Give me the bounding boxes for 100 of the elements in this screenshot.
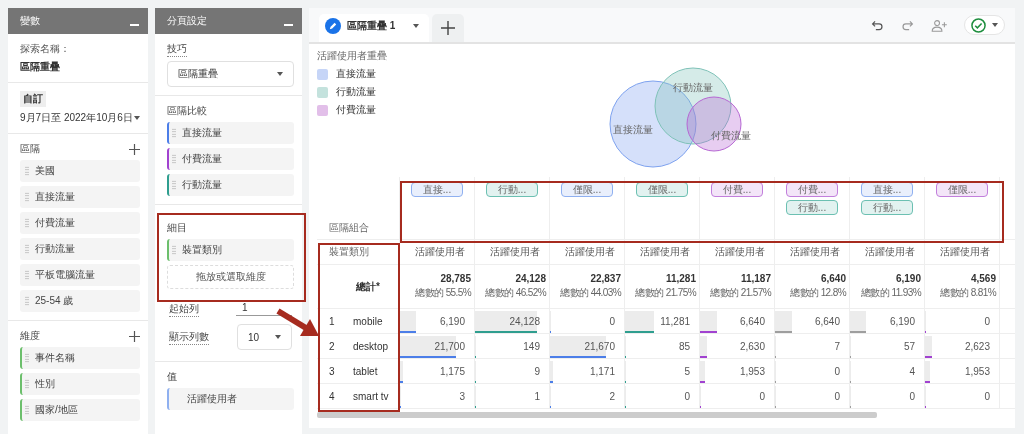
panel-title: 變數 xyxy=(20,14,40,28)
total-value: 28,785 xyxy=(440,273,471,284)
status-button[interactable] xyxy=(964,15,1005,35)
segment-item[interactable]: 付費流量 xyxy=(20,212,140,234)
table-cell: 1 xyxy=(534,390,540,402)
segment-chip[interactable]: 行動... xyxy=(861,200,913,215)
segment-chip[interactable]: 付費... xyxy=(711,182,763,197)
table-cell: 6,640 xyxy=(739,315,765,327)
plus-icon xyxy=(441,21,455,35)
share-icon[interactable] xyxy=(931,18,948,32)
segment-item[interactable]: 行動流量 xyxy=(167,174,294,196)
drag-handle-icon[interactable] xyxy=(172,128,176,138)
exploration-label: 探索名稱： xyxy=(20,42,70,56)
dimension-item[interactable]: 國家/地區 xyxy=(20,399,140,421)
total-share: 總數的 11.93% xyxy=(861,286,921,300)
table-cell: 2,623 xyxy=(964,340,990,352)
dimension-item[interactable]: 事件名稱 xyxy=(20,347,140,369)
section-title: 細目 xyxy=(167,221,187,235)
dimension-item[interactable]: 性別 xyxy=(20,373,140,395)
venn-label: 行動流量 xyxy=(673,82,713,93)
column-header: 活躍使用者 xyxy=(940,245,990,259)
start-row-field[interactable]: 1 xyxy=(236,302,292,316)
column-header: 活躍使用者 xyxy=(565,245,615,259)
legend-label: 直接流量 xyxy=(336,67,376,81)
segment-chip[interactable]: 付費... xyxy=(786,182,838,197)
drag-handle-icon[interactable] xyxy=(25,353,29,363)
total-value: 4,569 xyxy=(970,273,996,284)
table-cell: 0 xyxy=(609,315,615,327)
segment-item[interactable]: 直接流量 xyxy=(167,122,294,144)
minimize-icon[interactable] xyxy=(284,24,293,26)
segment-chip[interactable]: 直接... xyxy=(861,182,913,197)
segment-chip[interactable]: 僅限... xyxy=(936,182,988,197)
table-cell: 0 xyxy=(834,390,840,402)
field-label: 技巧 xyxy=(167,42,187,57)
venn-label: 直接流量 xyxy=(613,124,653,135)
table-cell: 0 xyxy=(684,390,690,402)
drag-handle-icon[interactable] xyxy=(25,192,29,202)
drag-handle-icon[interactable] xyxy=(25,244,29,254)
drag-handle-icon[interactable] xyxy=(172,154,176,164)
drag-handle-icon[interactable] xyxy=(25,166,29,176)
segment-item[interactable]: 25-54 歲 xyxy=(20,290,140,312)
minimize-icon[interactable] xyxy=(130,24,139,26)
segment-item[interactable]: 付費流量 xyxy=(167,148,294,170)
add-icon[interactable] xyxy=(129,330,140,342)
dimension-item[interactable]: 裝置類別 xyxy=(167,239,294,261)
drag-handle-icon[interactable] xyxy=(25,379,29,389)
segment-chip[interactable]: 僅限... xyxy=(561,182,613,197)
annotation-arrow xyxy=(276,308,320,338)
exploration-name[interactable]: 區隔重疊 xyxy=(20,60,60,74)
total-share: 總數的 8.81% xyxy=(940,286,996,300)
field-label: 起始列 xyxy=(169,301,199,317)
check-circle-icon xyxy=(971,17,986,33)
metric-item[interactable]: 活躍使用者 xyxy=(167,388,294,410)
add-icon[interactable] xyxy=(129,143,140,155)
technique-dropdown[interactable]: 區隔重疊 xyxy=(167,61,294,87)
total-value: 6,190 xyxy=(895,273,921,284)
column-header: 活躍使用者 xyxy=(715,245,765,259)
undo-icon[interactable] xyxy=(871,18,884,32)
table-cell: 6,640 xyxy=(814,315,840,327)
segment-item[interactable]: 行動流量 xyxy=(20,238,140,260)
column-header: 活躍使用者 xyxy=(790,245,840,259)
row-label: tablet xyxy=(353,365,378,377)
table-cell: 149 xyxy=(523,340,540,352)
segment-item[interactable]: 平板電腦流量 xyxy=(20,264,140,286)
table-cell: 3 xyxy=(459,390,465,402)
total-share: 總數的 55.5% xyxy=(415,286,471,300)
scrollbar[interactable] xyxy=(317,412,877,418)
segment-chip[interactable]: 僅限... xyxy=(636,182,688,197)
table-cell: 2,630 xyxy=(739,340,765,352)
chart-title: 活躍使用者重疊 xyxy=(317,49,388,63)
total-value: 11,281 xyxy=(665,273,696,284)
drag-handle-icon[interactable] xyxy=(25,405,29,415)
drop-zone[interactable]: 拖放或選取維度 xyxy=(167,265,294,289)
drag-handle-icon[interactable] xyxy=(25,296,29,306)
rows-dropdown[interactable]: 10 xyxy=(237,324,292,350)
total-share: 總數的 12.8% xyxy=(790,286,846,300)
segment-chip[interactable]: 行動... xyxy=(486,182,538,197)
column-header: 活躍使用者 xyxy=(490,245,540,259)
table-cell: 5 xyxy=(684,365,690,377)
segment-item[interactable]: 直接流量 xyxy=(20,186,140,208)
drag-handle-icon[interactable] xyxy=(172,245,176,255)
drag-handle-icon[interactable] xyxy=(25,218,29,228)
row-label: desktop xyxy=(353,340,389,352)
segment-chip[interactable]: 行動... xyxy=(786,200,838,215)
add-tab-button[interactable] xyxy=(432,14,464,42)
section-title: 值 xyxy=(167,370,177,384)
date-range[interactable]: 9月7日至 2022年10月6日 xyxy=(20,111,133,125)
tab[interactable]: 區隔重疊 1 xyxy=(319,14,429,42)
drag-handle-icon[interactable] xyxy=(172,180,176,190)
row-number: 3 xyxy=(329,365,335,377)
segment-item[interactable]: 美國 xyxy=(20,160,140,182)
date-tag: 自訂 xyxy=(20,91,46,107)
table-cell: 1,171 xyxy=(589,365,615,377)
table-cell: 21,670 xyxy=(584,340,615,352)
redo-icon[interactable] xyxy=(901,18,914,32)
table-cell: 2 xyxy=(609,390,615,402)
drag-handle-icon[interactable] xyxy=(25,270,29,280)
segment-chip[interactable]: 直接... xyxy=(411,182,463,197)
caret-icon[interactable] xyxy=(134,116,140,120)
venn-label: 付費流量 xyxy=(711,130,751,141)
